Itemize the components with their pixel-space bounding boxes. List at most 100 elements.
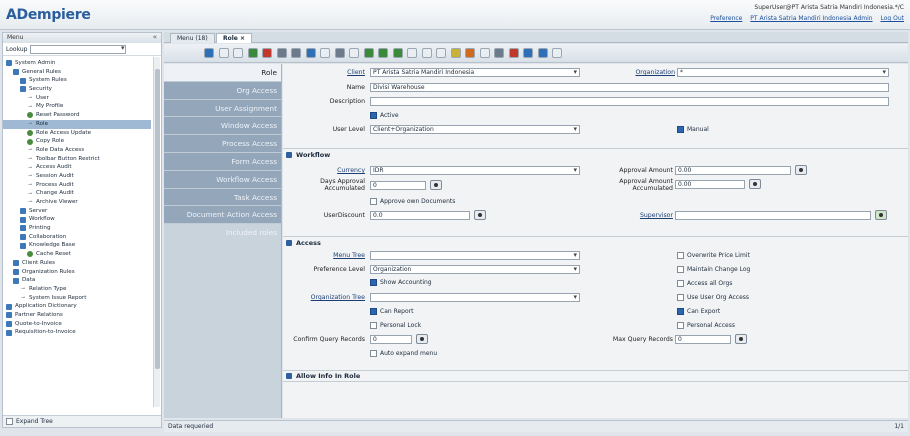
section-collapse-icon[interactable]: [286, 151, 292, 158]
can-export-checkbox[interactable]: [677, 308, 684, 315]
tree-item[interactable]: ⊸ Role Data Access: [3, 146, 151, 155]
tree-item[interactable]: System Rules: [3, 76, 151, 85]
currency-field[interactable]: IDR: [370, 166, 580, 175]
lookup-input[interactable]: [30, 44, 127, 54]
tree-item[interactable]: ⊸ Session Audit: [3, 172, 151, 181]
tree-item[interactable]: ⊸ Toolbar Button Restrict: [3, 155, 151, 164]
menu-tree-field[interactable]: [370, 251, 580, 260]
overwrite-price-checkbox[interactable]: [677, 252, 684, 259]
print-icon[interactable]: [479, 48, 490, 58]
tree-item[interactable]: ⊸ System Issue Report: [3, 294, 151, 303]
help-icon[interactable]: [204, 48, 214, 58]
detail-record-icon[interactable]: [436, 48, 446, 58]
access-section-header[interactable]: Access: [283, 236, 908, 248]
supervisor-field[interactable]: [675, 211, 871, 220]
approval-amount-field[interactable]: 0.00: [675, 166, 791, 175]
confirm-query-field[interactable]: 0: [370, 335, 412, 344]
admin-role-link[interactable]: PT Arista Satria Mandiri Indonesia Admin: [750, 15, 872, 22]
last-record-icon[interactable]: [407, 48, 417, 58]
tree-item[interactable]: Requisition-to-Invoice: [3, 328, 151, 337]
tree-item[interactable]: Printing: [3, 224, 151, 233]
organization-field[interactable]: *: [677, 68, 889, 77]
detail-tab-workflow-access[interactable]: Workflow Access: [164, 170, 281, 189]
report-icon[interactable]: [450, 48, 461, 58]
detail-tab-role[interactable]: Role: [164, 64, 281, 82]
tree-item[interactable]: Server: [3, 207, 151, 216]
personal-access-checkbox[interactable]: [677, 322, 684, 329]
approve-own-checkbox[interactable]: [370, 198, 377, 205]
tree-item[interactable]: Organization Rules: [3, 268, 151, 277]
tree-item[interactable]: ⊸ User: [3, 94, 151, 103]
attachment-icon[interactable]: [305, 48, 316, 58]
preference-level-field[interactable]: Organization: [370, 265, 580, 274]
new-record-icon[interactable]: [218, 48, 229, 58]
expand-tree-checkbox[interactable]: [6, 418, 13, 425]
archive-icon[interactable]: [465, 48, 475, 58]
find-icon[interactable]: [291, 48, 301, 58]
maintain-change-log-checkbox[interactable]: [677, 266, 684, 273]
tree-item[interactable]: Data: [3, 276, 151, 285]
first-record-icon[interactable]: [363, 48, 374, 58]
tree-item[interactable]: Reset Password: [3, 111, 151, 120]
description-field[interactable]: [370, 97, 889, 106]
chat-icon[interactable]: [320, 48, 330, 58]
detail-tab-document-action-access[interactable]: Document Action Access: [164, 206, 281, 225]
detail-tab-form-access[interactable]: Form Access: [164, 152, 281, 171]
save-icon[interactable]: [247, 48, 258, 58]
calculator-icon[interactable]: [430, 180, 442, 190]
allow-info-section-header[interactable]: Allow Info In Role: [283, 370, 908, 382]
active-workflows-icon[interactable]: [508, 48, 519, 58]
use-user-org-checkbox[interactable]: [677, 294, 684, 301]
tree-item[interactable]: Partner Relations: [3, 311, 151, 320]
calculator-icon[interactable]: [474, 210, 486, 220]
max-query-field[interactable]: 0: [675, 335, 731, 344]
previous-record-icon[interactable]: [378, 48, 388, 58]
calculator-icon[interactable]: [795, 165, 807, 175]
calculator-icon[interactable]: [749, 179, 761, 189]
scroll-thumb[interactable]: [155, 69, 160, 369]
show-accounting-checkbox[interactable]: [370, 279, 377, 286]
tree-item[interactable]: General Rules: [3, 68, 151, 77]
detail-tab-task-access[interactable]: Task Access: [164, 188, 281, 207]
section-collapse-icon[interactable]: [286, 373, 292, 379]
tree-item[interactable]: Security: [3, 85, 151, 94]
user-level-field[interactable]: Client+Organization: [370, 125, 580, 134]
tree-item[interactable]: ⊸ Relation Type: [3, 285, 151, 294]
personal-lock-checkbox[interactable]: [370, 322, 377, 329]
tree-item[interactable]: Quote-to-Invoice: [3, 320, 151, 329]
preference-link[interactable]: Preference: [710, 15, 742, 22]
detail-tab-process-access[interactable]: Process Access: [164, 135, 281, 153]
menu-scrollbar[interactable]: [153, 57, 160, 407]
tree-item[interactable]: Client Rules: [3, 259, 151, 268]
tree-item[interactable]: Cache Reset: [3, 250, 151, 259]
client-field[interactable]: PT Arista Satria Mandiri Indonesia: [370, 68, 580, 77]
tree-item[interactable]: Workflow: [3, 215, 151, 224]
tab-menu[interactable]: Menu (18): [170, 33, 215, 43]
tree-item[interactable]: ⊸ Role: [3, 119, 151, 129]
tree-item[interactable]: Role Access Update: [3, 129, 151, 138]
search-icon[interactable]: [875, 210, 887, 220]
tree-item[interactable]: ⊸ Access Audit: [3, 163, 151, 172]
copy-record-icon[interactable]: [233, 48, 243, 58]
collapse-icon[interactable]: «: [153, 33, 157, 41]
days-approval-field[interactable]: 0: [370, 181, 426, 190]
organization-tree-field[interactable]: [370, 293, 580, 302]
tree-item[interactable]: ⊸ Process Audit: [3, 181, 151, 190]
name-field[interactable]: Divisi Warehouse: [370, 83, 889, 92]
parent-record-icon[interactable]: [421, 48, 432, 58]
requests-icon[interactable]: [523, 48, 533, 58]
approval-amount-acc-field[interactable]: 0.00: [675, 180, 745, 189]
next-record-icon[interactable]: [392, 48, 403, 58]
tree-item[interactable]: Knowledge Base: [3, 241, 151, 250]
detail-tab-org-access[interactable]: Org Access: [164, 81, 281, 100]
calculator-icon[interactable]: [416, 334, 428, 344]
auto-expand-checkbox[interactable]: [370, 350, 377, 357]
detail-tab-user-assignment[interactable]: User Assignment: [164, 99, 281, 118]
can-report-checkbox[interactable]: [370, 308, 377, 315]
tree-item[interactable]: Collaboration: [3, 233, 151, 242]
tree-item[interactable]: ⊸ Archive Viewer: [3, 198, 151, 207]
process-icon[interactable]: [552, 48, 562, 58]
calculator-icon[interactable]: [735, 334, 747, 344]
detail-tab-included-roles[interactable]: Included roles: [164, 224, 281, 242]
access-all-orgs-checkbox[interactable]: [677, 280, 684, 287]
